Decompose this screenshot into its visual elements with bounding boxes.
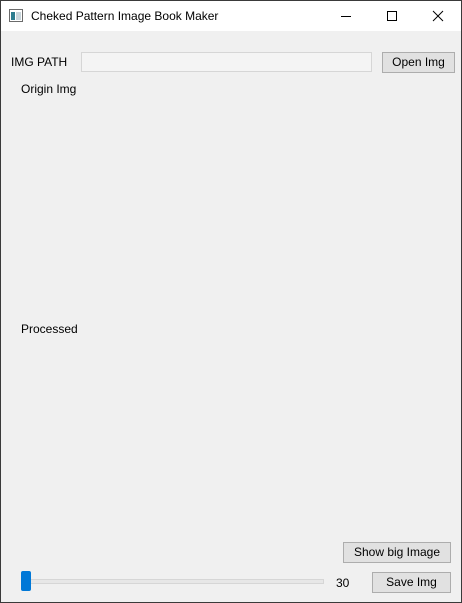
window-title: Cheked Pattern Image Book Maker bbox=[31, 9, 219, 23]
slider-thumb[interactable] bbox=[21, 571, 31, 591]
close-icon bbox=[432, 10, 444, 22]
maximize-button[interactable] bbox=[369, 1, 415, 31]
img-path-input[interactable] bbox=[81, 52, 372, 72]
processed-image-area bbox=[21, 339, 441, 534]
app-icon bbox=[9, 9, 23, 22]
close-button[interactable] bbox=[415, 1, 461, 31]
slider-value: 30 bbox=[336, 576, 350, 590]
maximize-icon bbox=[387, 11, 397, 21]
minimize-button[interactable] bbox=[323, 1, 369, 31]
processed-label: Processed bbox=[21, 322, 78, 336]
open-img-button[interactable]: Open Img bbox=[382, 52, 455, 73]
slider-track[interactable] bbox=[21, 579, 324, 584]
app-window: Cheked Pattern Image Book Maker IMG PATH… bbox=[0, 0, 462, 603]
show-big-image-button[interactable]: Show big Image bbox=[343, 542, 451, 563]
origin-img-label: Origin Img bbox=[21, 82, 77, 96]
origin-image-area bbox=[21, 99, 441, 309]
title-bar[interactable]: Cheked Pattern Image Book Maker bbox=[1, 1, 461, 31]
save-img-button[interactable]: Save Img bbox=[372, 572, 451, 593]
minimize-icon bbox=[341, 16, 351, 17]
img-path-label: IMG PATH bbox=[11, 55, 68, 69]
